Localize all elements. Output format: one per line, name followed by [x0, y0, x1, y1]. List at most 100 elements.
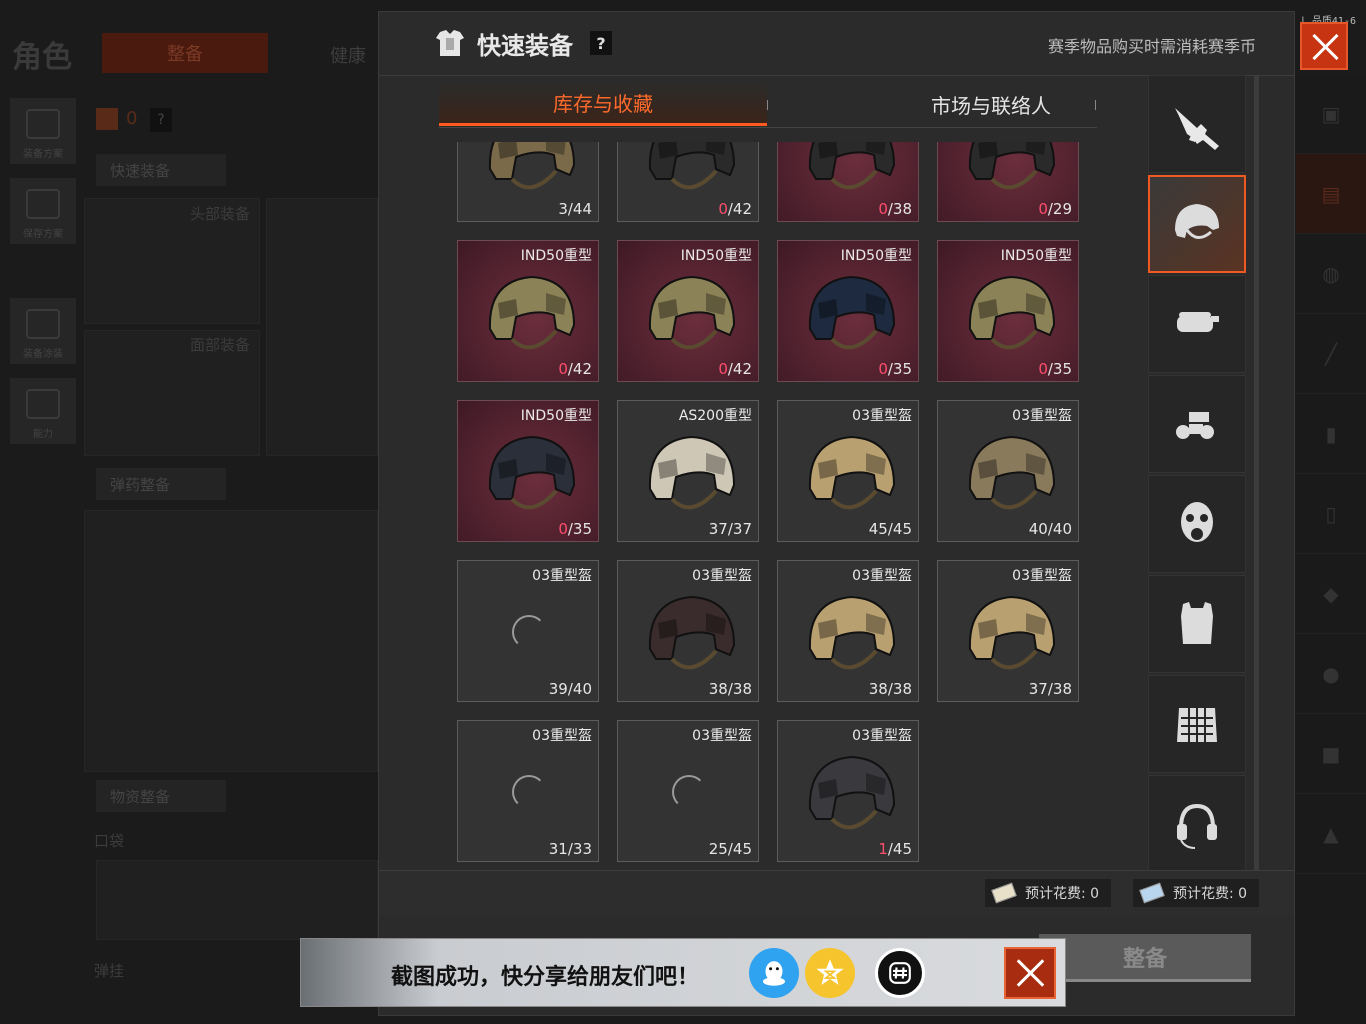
game-screen: 角色 整备 健康 装备方案 保存方案 装备涂装 能力 0 ? 快速装备 头部装备…: [0, 0, 1366, 1024]
bg-rail-item: ▯: [1296, 474, 1366, 554]
item-card[interactable]: IND50重型 0/35: [457, 400, 599, 542]
help-button[interactable]: ?: [590, 31, 612, 55]
share-qq-button[interactable]: [749, 948, 799, 998]
item-count: 37/37: [708, 520, 752, 538]
helmet-icon: [488, 142, 576, 190]
screenshot-toast: 截图成功，快分享给朋友们吧！: [300, 938, 1066, 1007]
item-card[interactable]: IND50重型 0/35: [937, 240, 1079, 382]
item-count: 3/44: [558, 200, 592, 218]
item-card[interactable]: 3/44: [457, 142, 599, 222]
helmet-icon: [648, 142, 736, 190]
helmet-icon: [968, 275, 1056, 350]
item-card[interactable]: IND50重型 0/35: [777, 240, 919, 382]
item-name: IND50重型: [520, 248, 592, 264]
loading-spinner-icon: [672, 775, 706, 809]
item-card[interactable]: 0/42: [617, 142, 759, 222]
bg-currency-icon: [96, 108, 118, 130]
category-rifle[interactable]: [1148, 75, 1246, 173]
helmet-icon: [808, 755, 896, 830]
scrollbar[interactable]: [1254, 75, 1259, 875]
season-coin-icon: [1139, 882, 1165, 904]
bg-rail-item: ◆: [1296, 554, 1366, 634]
close-button[interactable]: [1300, 22, 1348, 70]
item-card[interactable]: IND50重型 0/42: [617, 240, 759, 382]
category-headset[interactable]: [1148, 775, 1246, 873]
item-card[interactable]: 03重型盔 38/38: [617, 560, 759, 702]
item-card[interactable]: AS200重型 37/37: [617, 400, 759, 542]
item-count: 37/38: [1028, 680, 1072, 698]
helmet-icon: [968, 595, 1056, 670]
item-count: 0/35: [1038, 360, 1072, 378]
tab-market[interactable]: 市场与联络人: [827, 82, 1155, 126]
chest-rig-icon: [1177, 708, 1217, 742]
item-name: 03重型盔: [852, 568, 912, 584]
item-card[interactable]: 03重型盔 25/45: [617, 720, 759, 862]
bg-tab-equip: 整备: [102, 33, 268, 73]
gas-mask-icon: [1181, 502, 1213, 542]
item-count: 38/38: [708, 680, 752, 698]
bg-rail-item: ●: [1296, 634, 1366, 714]
item-count: 1/45: [878, 840, 912, 858]
helmet-icon: [488, 275, 576, 350]
item-card[interactable]: 03重型盔 40/40: [937, 400, 1079, 542]
tab-inventory[interactable]: 库存与收藏: [439, 82, 767, 126]
item-count: 45/45: [868, 520, 912, 538]
toast-close-button[interactable]: [1004, 947, 1056, 999]
item-count: 0/42: [718, 200, 752, 218]
qzone-star-icon: [816, 959, 844, 985]
item-count: 0/35: [558, 520, 592, 538]
bg-supply-section: 物资整备: [96, 780, 226, 812]
item-card[interactable]: 03重型盔 38/38: [777, 560, 919, 702]
item-count: 0/38: [878, 200, 912, 218]
tab-divider: [1095, 100, 1096, 110]
category-gas-mask[interactable]: [1148, 475, 1246, 573]
bg-help-icon: ?: [150, 108, 172, 132]
headset-icon: [1177, 803, 1217, 849]
bg-head-label: 头部装备: [190, 205, 251, 223]
item-card[interactable]: 03重型盔 1/45: [777, 720, 919, 862]
item-card[interactable]: 03重型盔 45/45: [777, 400, 919, 542]
item-name: 03重型盔: [532, 568, 592, 584]
item-card[interactable]: 03重型盔 39/40: [457, 560, 599, 702]
cost-indicator-cash: 预计花费: 0: [985, 879, 1112, 907]
item-card[interactable]: 03重型盔 37/38: [937, 560, 1079, 702]
category-headset-pot[interactable]: [1148, 275, 1246, 373]
share-app-button[interactable]: [875, 948, 925, 998]
item-grid: 3/44 0/42 0/38 0/29 IND50重型 0/42 IND50重型 0/42 IN…: [379, 142, 1139, 864]
toast-message: 截图成功，快分享给朋友们吧！: [391, 965, 700, 990]
item-name: IND50重型: [1000, 248, 1072, 264]
bg-ability-button: 能力: [10, 378, 76, 444]
category-chest-rig[interactable]: [1148, 675, 1246, 773]
share-qzone-button[interactable]: [805, 948, 855, 998]
category-night-vision[interactable]: [1148, 375, 1246, 473]
item-count: 0/29: [1038, 200, 1072, 218]
cost-label: 预计花费: 0: [1173, 886, 1248, 902]
helmet-icon: [808, 595, 896, 670]
bg-pocket-label: 口袋: [94, 832, 125, 850]
category-helmet[interactable]: [1148, 175, 1246, 273]
bg-page-title: 角色: [12, 40, 72, 75]
helmet-icon: [648, 275, 736, 350]
item-card[interactable]: 03重型盔 31/33: [457, 720, 599, 862]
bg-ammo-panel: [84, 510, 378, 772]
item-card[interactable]: 0/29: [937, 142, 1079, 222]
category-body-armor[interactable]: [1148, 575, 1246, 673]
cost-footer: 预计花费: 0 预计花费: 0: [379, 871, 1294, 915]
season-notice: 赛季物品购买时需消耗赛季币: [1047, 37, 1256, 56]
cost-indicator-season: 预计花费: 0: [1133, 879, 1260, 907]
bg-rail-item: ▣: [1296, 74, 1366, 154]
rifle-icon: [1175, 108, 1219, 150]
bg-right-rail: ▣ ▤ ◍ ╱ ▮ ▯ ◆ ● ■ ▲: [1296, 74, 1366, 1024]
item-name: 03重型盔: [1012, 568, 1072, 584]
bg-skin-button: 装备涂装: [10, 298, 76, 364]
bg-rail-item: ╱: [1296, 314, 1366, 394]
bg-rail-item: ■: [1296, 714, 1366, 794]
item-card[interactable]: IND50重型 0/42: [457, 240, 599, 382]
equip-button[interactable]: 整备: [1039, 934, 1251, 982]
item-card[interactable]: 0/38: [777, 142, 919, 222]
helmet-icon: [968, 435, 1056, 510]
item-name: 03重型盔: [852, 408, 912, 424]
source-tabs: 库存与收藏 市场与联络人: [439, 82, 1097, 128]
item-count: 31/33: [548, 840, 592, 858]
item-name: 03重型盔: [692, 568, 752, 584]
